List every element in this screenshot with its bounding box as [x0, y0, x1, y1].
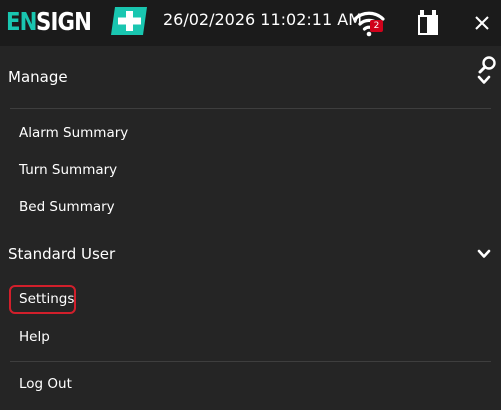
- logo-text-accent: EN: [6, 6, 37, 36]
- chevron-down-icon[interactable]: [477, 248, 491, 260]
- wifi-alert-badge: 2: [370, 20, 383, 32]
- plus-icon: [111, 7, 147, 35]
- divider: [10, 361, 491, 362]
- menu-item-bed-summary[interactable]: Bed Summary: [19, 196, 115, 218]
- menu-item-settings[interactable]: Settings: [19, 288, 74, 310]
- logo-text-main: SIGN: [36, 6, 92, 36]
- close-icon[interactable]: [470, 11, 494, 35]
- menu-item-turn-summary[interactable]: Turn Summary: [19, 159, 117, 181]
- top-bar: EN SIGN 26/02/2026 11:02:11 AM 2: [0, 0, 501, 46]
- manage-section-title: Manage: [8, 68, 68, 86]
- user-section-title: Standard User: [8, 245, 116, 263]
- battery-icon[interactable]: [417, 8, 439, 36]
- manage-section-header[interactable]: Manage: [0, 65, 501, 89]
- chevron-down-icon[interactable]: [477, 74, 491, 86]
- ensign-logo: EN SIGN: [6, 6, 147, 36]
- menu-item-log-out[interactable]: Log Out: [19, 373, 72, 395]
- user-section-header[interactable]: Standard User: [0, 242, 501, 266]
- menu-item-help[interactable]: Help: [19, 326, 50, 348]
- menu-item-alarm-summary[interactable]: Alarm Summary: [19, 122, 128, 144]
- date-time-display: 26/02/2026 11:02:11 AM: [163, 10, 362, 29]
- divider: [10, 108, 491, 109]
